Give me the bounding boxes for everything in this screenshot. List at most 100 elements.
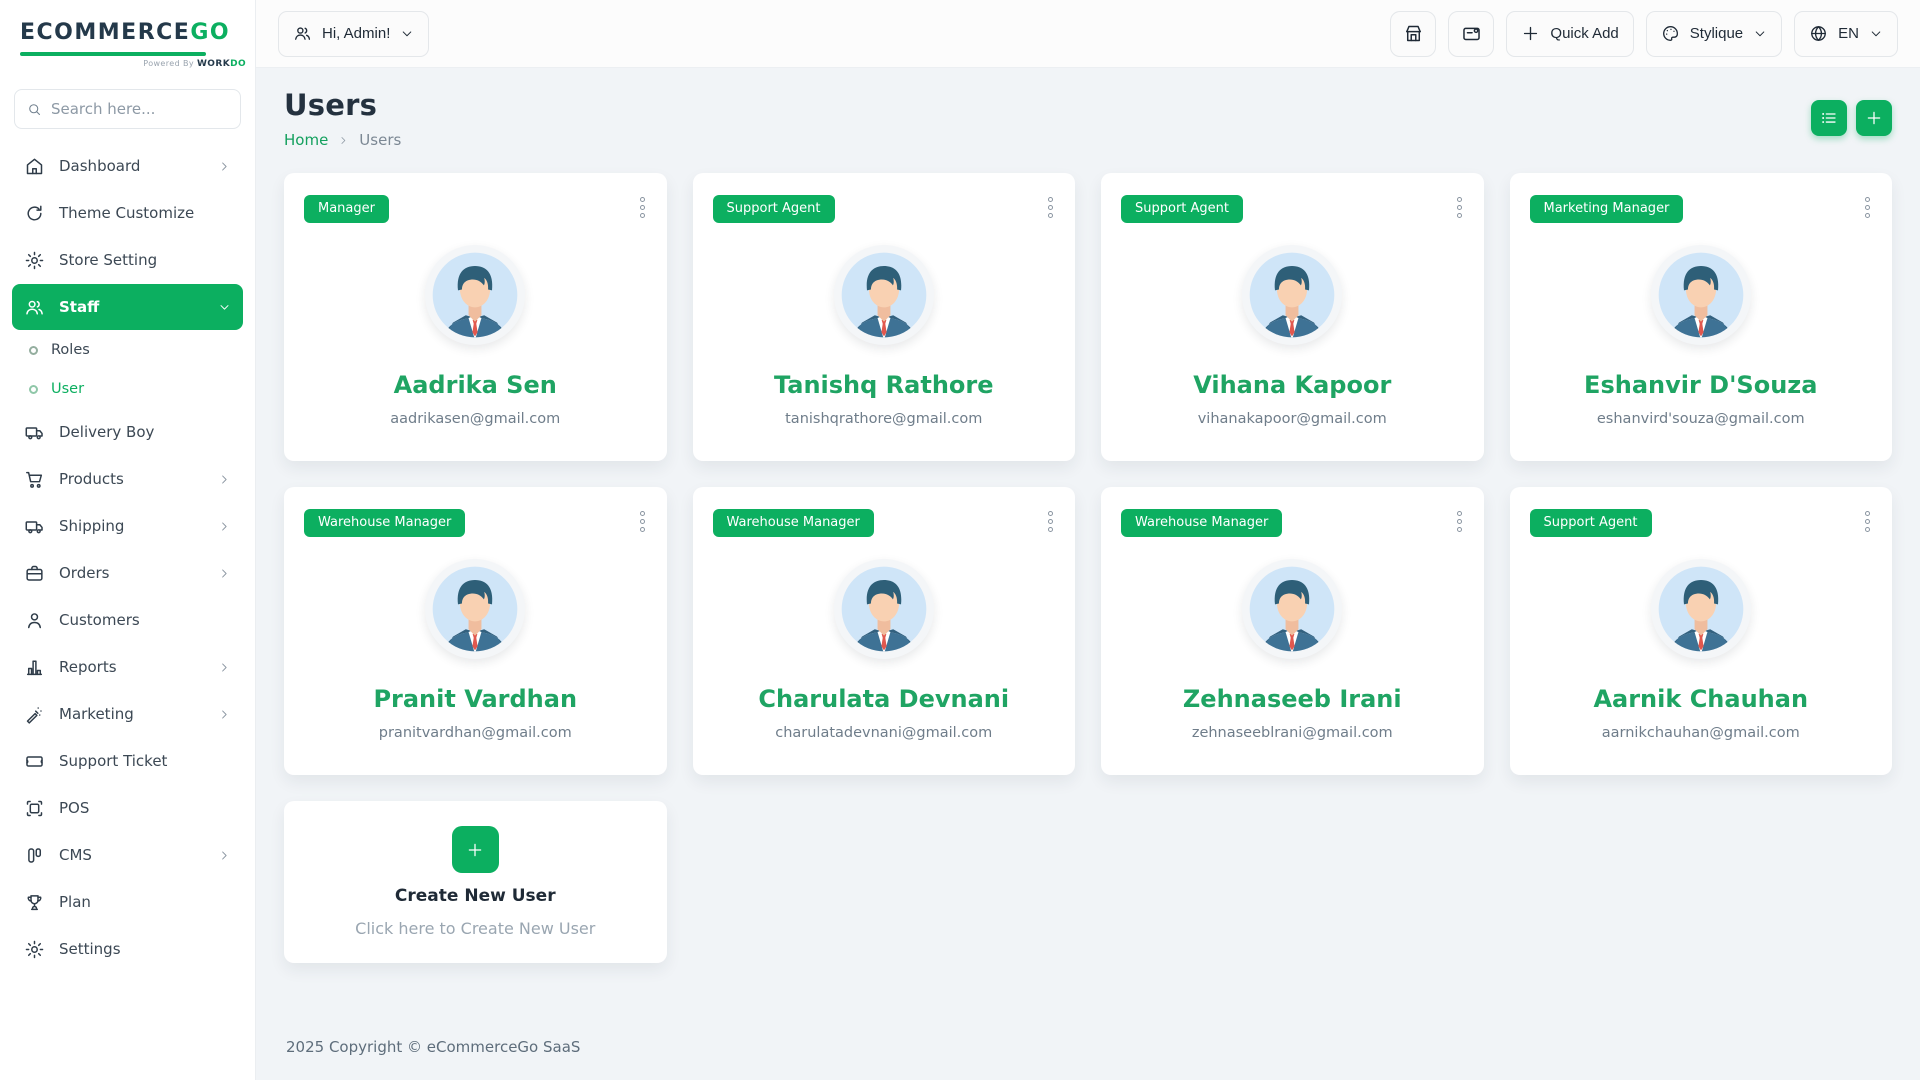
card-menu-button[interactable] (1455, 195, 1464, 220)
storefront-icon (1403, 23, 1424, 44)
sidebar-item-reports[interactable]: Reports (12, 644, 243, 690)
sidebar-item-label: POS (59, 799, 89, 817)
user-name-link[interactable]: Zehnaseeb Irani (1183, 685, 1402, 713)
card-menu-button[interactable] (638, 509, 647, 534)
greeting-label: Hi, Admin! (322, 25, 390, 42)
sidebar-item-label: CMS (59, 846, 92, 864)
topbar-actions: Quick Add Stylique EN (1390, 11, 1898, 57)
avatar (1242, 559, 1342, 659)
globe-icon (1809, 24, 1828, 43)
user-email: tanishqrathore@gmail.com (785, 411, 982, 427)
user-email: pranitvardhan@gmail.com (379, 725, 572, 741)
admin-menu-button[interactable]: Hi, Admin! (278, 11, 429, 57)
brand-name: ECOMMERCEGO (20, 20, 235, 45)
sidebar-item-marketing[interactable]: Marketing (12, 691, 243, 737)
brand-logo[interactable]: ECOMMERCEGO Powered By WORKDO (12, 10, 243, 73)
sidebar-item-pos[interactable]: POS (12, 785, 243, 831)
storefront-button[interactable] (1390, 11, 1436, 57)
create-user-plus-button[interactable] (452, 826, 499, 873)
sidebar-item-products[interactable]: Products (12, 456, 243, 502)
sidebar-item-shipping[interactable]: Shipping (12, 503, 243, 549)
user-card: Support Agent Aarnik Chauhan aarnikchauh… (1510, 487, 1893, 775)
sidebar-item-label: Store Setting (59, 251, 157, 269)
user-name-link[interactable]: Tanishq Rathore (774, 371, 994, 399)
sidebar-item-cms[interactable]: CMS (12, 832, 243, 878)
sidebar-item-plan[interactable]: Plan (12, 879, 243, 925)
topbar: Hi, Admin! Quick Add Stylique EN (256, 0, 1920, 68)
sidebar: ECOMMERCEGO Powered By WORKDO Dashboard … (0, 0, 256, 1080)
breadcrumb-home-link[interactable]: Home (284, 131, 328, 149)
chevron-down-icon (1869, 27, 1883, 41)
ticket-icon (24, 751, 45, 772)
chevron-down-icon (218, 301, 231, 314)
sidebar-item-label: Plan (59, 893, 91, 911)
sidebar-item-settings[interactable]: Settings (12, 926, 243, 972)
search-input[interactable] (51, 100, 228, 118)
sidebar-item-store-setting[interactable]: Store Setting (12, 237, 243, 283)
language-selector-button[interactable]: EN (1794, 11, 1898, 57)
sidebar-item-label: Reports (59, 658, 117, 676)
theme-selector-button[interactable]: Stylique (1646, 11, 1782, 57)
card-menu-button[interactable] (1863, 195, 1872, 220)
user-name-link[interactable]: Charulata Devnani (758, 685, 1009, 713)
users-icon (24, 297, 45, 318)
create-new-user-card[interactable]: Create New User Click here to Create New… (284, 801, 667, 963)
powered-by: Powered By WORKDO (20, 59, 246, 69)
card-menu-button[interactable] (1046, 509, 1055, 534)
add-user-button[interactable] (1856, 100, 1892, 136)
user-name-link[interactable]: Vihana Kapoor (1193, 371, 1391, 399)
card-menu-button[interactable] (1455, 509, 1464, 534)
chevron-down-icon (400, 27, 414, 41)
messages-button[interactable] (1448, 11, 1494, 57)
list-view-button[interactable] (1811, 100, 1847, 136)
sidebar-item-user[interactable]: User (12, 370, 243, 408)
avatar (1242, 245, 1342, 345)
avatar (834, 559, 934, 659)
user-email: aadrikasen@gmail.com (390, 411, 560, 427)
theme-refresh-icon (24, 203, 45, 224)
sidebar-item-label: Products (59, 470, 124, 488)
user-email: aarnikchauhan@gmail.com (1602, 725, 1800, 741)
chevron-right-icon (218, 849, 231, 862)
brand-underline (20, 52, 206, 56)
plus-icon (1865, 109, 1883, 127)
chevron-down-icon (1753, 27, 1767, 41)
brand-name-primary: ECOMMERCE (20, 20, 190, 45)
create-card-title: Create New User (395, 886, 556, 906)
sidebar-item-orders[interactable]: Orders (12, 550, 243, 596)
user-name-link[interactable]: Eshanvir D'Souza (1584, 371, 1817, 399)
role-badge: Marketing Manager (1530, 195, 1684, 223)
sidebar-item-customers[interactable]: Customers (12, 597, 243, 643)
user-email: zehnaseeblrani@gmail.com (1192, 725, 1393, 741)
sidebar-item-label: User (51, 381, 84, 397)
avatar (425, 559, 525, 659)
person-icon (24, 610, 45, 631)
sidebar-item-roles[interactable]: Roles (12, 331, 243, 369)
chevron-right-icon (218, 661, 231, 674)
shipping-truck-icon (24, 516, 45, 537)
sidebar-item-theme-customize[interactable]: Theme Customize (12, 190, 243, 236)
sidebar-item-staff[interactable]: Staff (12, 284, 243, 330)
user-name-link[interactable]: Pranit Vardhan (373, 685, 577, 713)
sidebar-item-label: Dashboard (59, 157, 140, 175)
sidebar-item-support-ticket[interactable]: Support Ticket (12, 738, 243, 784)
sidebar-item-dashboard[interactable]: Dashboard (12, 143, 243, 189)
breadcrumb: Home Users (284, 131, 401, 149)
role-badge: Manager (304, 195, 389, 223)
user-name-link[interactable]: Aadrika Sen (394, 371, 557, 399)
chevron-right-icon (218, 708, 231, 721)
card-menu-button[interactable] (1046, 195, 1055, 220)
card-menu-button[interactable] (1863, 509, 1872, 534)
bar-chart-icon (24, 657, 45, 678)
sidebar-item-delivery-boy[interactable]: Delivery Boy (12, 409, 243, 455)
card-menu-button[interactable] (638, 195, 647, 220)
sidebar-item-label: Settings (59, 940, 121, 958)
user-name-link[interactable]: Aarnik Chauhan (1593, 685, 1808, 713)
content: Users Home Users Manager (256, 68, 1920, 1080)
quick-add-button[interactable]: Quick Add (1506, 11, 1633, 57)
user-card: Support Agent Tanishq Rathore tanishqrat… (693, 173, 1076, 461)
page-title: Users (284, 88, 401, 122)
pos-icon (24, 798, 45, 819)
quick-add-label: Quick Add (1550, 25, 1618, 42)
user-card: Warehouse Manager Zehnaseeb Irani zehnas… (1101, 487, 1484, 775)
